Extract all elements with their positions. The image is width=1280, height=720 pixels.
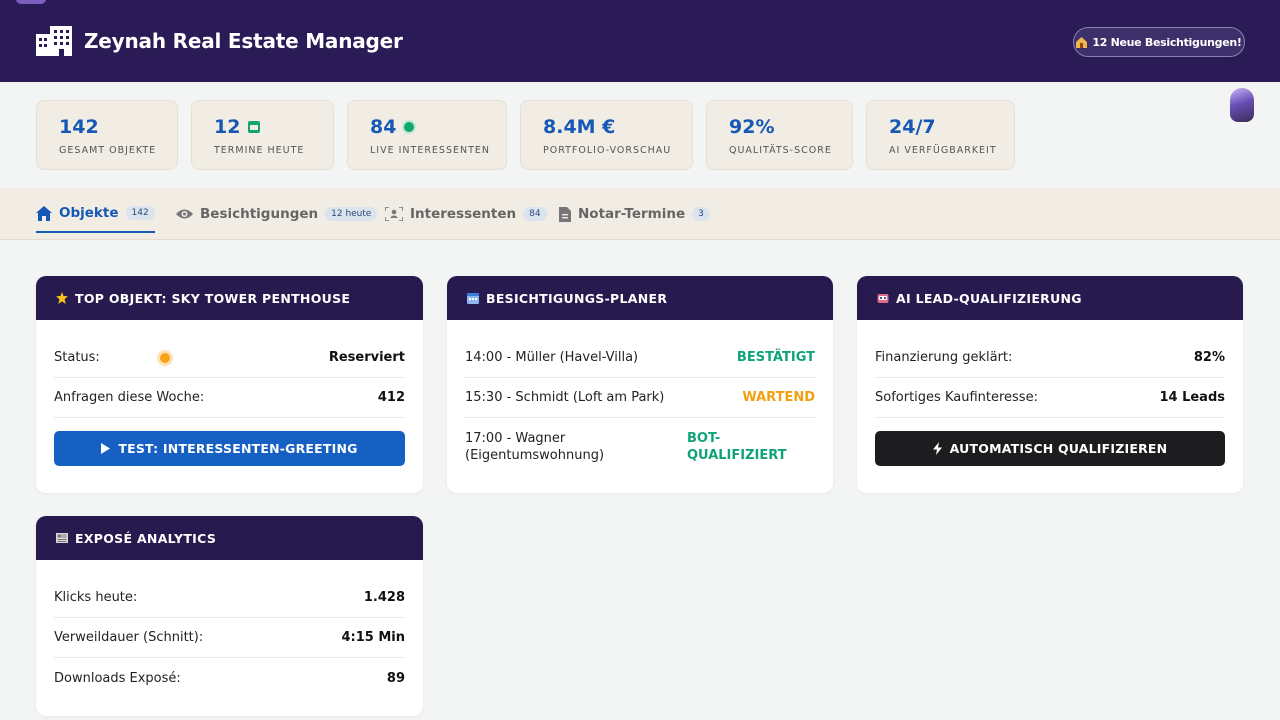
card-title: BESICHTIGUNGS-PLANER — [486, 290, 668, 306]
avatar[interactable] — [1230, 88, 1254, 122]
new-viewings-button[interactable]: 12 Neue Besichtigungen! — [1073, 27, 1245, 57]
viewing-status: BESTÄTIGT — [736, 350, 815, 365]
stats-bar: 142 GESAMT OBJEKTE 12 TERMINE HEUTE 84 L… — [0, 82, 1280, 188]
status-indicator-icon — [159, 352, 170, 363]
tab-badge: 3 — [692, 207, 710, 221]
stat-label: LIVE INTERESSENTEN — [370, 145, 491, 156]
viewing-status: WARTEND — [742, 390, 815, 405]
tab-notar-termine[interactable]: Notar-Termine 3 — [559, 195, 710, 233]
viewing-status: BOT-QUALIFIZIERT — [687, 431, 787, 463]
card-viewing-planner: BESICHTIGUNGS-PLANER 14:00 - Müller (Hav… — [447, 276, 833, 493]
card-lead-qualification: AI LEAD-QUALIFIZIERUNG Finanzierung gekl… — [857, 276, 1243, 493]
tab-badge: 12 heute — [325, 207, 378, 221]
user-scan-icon — [385, 207, 403, 221]
tab-bar: Objekte 142 Besichtigungen 12 heute Inte… — [0, 188, 1280, 240]
tab-besichtigungen[interactable]: Besichtigungen 12 heute — [176, 195, 378, 233]
financing-row: Finanzierung geklärt: 82% — [875, 320, 1225, 378]
stat-value: 12 — [214, 116, 241, 138]
card-title: TOP OBJEKT: SKY TOWER PENTHOUSE — [75, 290, 351, 306]
button-label: TEST: INTERESSENTEN-GREETING — [118, 441, 358, 456]
stat-appointments-today: 12 TERMINE HEUTE — [191, 100, 334, 170]
viewing-text: 17:00 - Wagner (Eigentumswohnung) — [465, 431, 605, 463]
stat-value: 24/7 — [889, 116, 936, 138]
analytics-value: 4:15 Min — [341, 630, 405, 645]
viewing-row[interactable]: 17:00 - Wagner (Eigentumswohnung) BOT-QU… — [465, 418, 815, 476]
robot-icon — [877, 294, 889, 303]
financing-label: Finanzierung geklärt: — [875, 350, 1013, 365]
calendar-icon — [248, 121, 261, 133]
tab-interessenten[interactable]: Interessenten 84 — [385, 195, 547, 233]
star-icon — [56, 292, 68, 304]
auto-qualify-button[interactable]: AUTOMATISCH QUALIFIZIEREN — [875, 431, 1225, 466]
stat-label: AI VERFÜGBARKEIT — [889, 145, 997, 156]
stat-value: 84 — [370, 116, 397, 138]
viewing-text: 15:30 - Schmidt (Loft am Park) — [465, 390, 665, 405]
interest-label: Sofortiges Kaufinteresse: — [875, 390, 1038, 405]
stat-label: PORTFOLIO-VORSCHAU — [543, 145, 672, 156]
house-icon — [1076, 36, 1088, 48]
inquiries-label: Anfragen diese Woche: — [54, 390, 205, 405]
stat-ai-availability: 24/7 AI VERFÜGBARKEIT — [866, 100, 1015, 170]
home-icon — [36, 205, 52, 221]
card-title: EXPOSÉ ANALYTICS — [75, 530, 217, 546]
status-value: Reserviert — [328, 350, 405, 365]
interest-value: 14 Leads — [1159, 390, 1225, 405]
building-icon — [36, 26, 72, 56]
play-icon — [101, 443, 111, 454]
stat-value: 8.4M € — [543, 116, 616, 138]
analytics-label: Klicks heute: — [54, 590, 138, 605]
card-expose-analytics: EXPOSÉ ANALYTICS Klicks heute: 1.428 Ver… — [36, 516, 423, 716]
brand[interactable]: Zeynah Real Estate Manager — [36, 26, 403, 56]
stat-portfolio: 8.4M € PORTFOLIO-VORSCHAU — [520, 100, 693, 170]
financing-value: 82% — [1193, 350, 1225, 365]
analytics-row: Verweildauer (Schnitt): 4:15 Min — [54, 618, 405, 658]
app-header: Zeynah Real Estate Manager 12 Neue Besic… — [0, 0, 1280, 82]
tab-label: Objekte — [59, 205, 119, 221]
card-top-object: TOP OBJEKT: SKY TOWER PENTHOUSE Status: … — [36, 276, 423, 493]
viewing-row[interactable]: 14:00 - Müller (Havel-Villa) BESTÄTIGT — [465, 320, 815, 378]
app-title: Zeynah Real Estate Manager — [84, 29, 403, 53]
tab-label: Interessenten — [410, 206, 517, 222]
stat-value: 92% — [729, 116, 775, 138]
stat-live-leads: 84 LIVE INTERESSENTEN — [347, 100, 507, 170]
newspaper-icon — [56, 533, 68, 543]
analytics-row: Downloads Exposé: 89 — [54, 658, 405, 698]
live-dot-icon — [404, 122, 415, 132]
analytics-label: Verweildauer (Schnitt): — [54, 630, 204, 645]
stat-value: 142 — [59, 116, 99, 138]
analytics-value: 1.428 — [363, 590, 405, 605]
stat-total-objects: 142 GESAMT OBJEKTE — [36, 100, 178, 170]
stat-label: QUALITÄTS-SCORE — [729, 145, 832, 156]
tab-label: Notar-Termine — [578, 206, 686, 222]
status-label: Status: — [54, 350, 100, 365]
viewing-text: 14:00 - Müller (Havel-Villa) — [465, 350, 639, 365]
tab-badge: 142 — [125, 206, 155, 220]
card-title: AI LEAD-QUALIFIZIERUNG — [896, 290, 1082, 306]
test-greeting-button[interactable]: TEST: INTERESSENTEN-GREETING — [54, 431, 405, 466]
analytics-row: Klicks heute: 1.428 — [54, 560, 405, 618]
tab-label: Besichtigungen — [200, 206, 319, 222]
document-icon — [559, 206, 571, 222]
analytics-value: 89 — [386, 670, 405, 686]
inquiries-row: Anfragen diese Woche: 412 — [54, 378, 405, 418]
viewing-row[interactable]: 15:30 - Schmidt (Loft am Park) WARTEND — [465, 378, 815, 418]
stat-label: TERMINE HEUTE — [214, 145, 305, 156]
inquiries-value: 412 — [377, 390, 405, 405]
button-label: AUTOMATISCH QUALIFIZIEREN — [949, 441, 1168, 456]
stat-quality-score: 92% QUALITÄTS-SCORE — [706, 100, 853, 170]
stat-label: GESAMT OBJEKTE — [59, 145, 157, 156]
status-row: Status: Reserviert — [54, 320, 405, 378]
tab-objekte[interactable]: Objekte 142 — [36, 195, 155, 233]
notification-label: 12 Neue Besichtigungen! — [1092, 35, 1242, 49]
corner-decoration — [16, 0, 46, 4]
tab-badge: 84 — [523, 207, 547, 221]
analytics-label: Downloads Exposé: — [54, 670, 181, 686]
interest-row: Sofortiges Kaufinteresse: 14 Leads — [875, 378, 1225, 418]
eye-icon — [176, 209, 193, 219]
lightning-icon — [932, 442, 942, 455]
calendar-icon — [467, 293, 479, 304]
